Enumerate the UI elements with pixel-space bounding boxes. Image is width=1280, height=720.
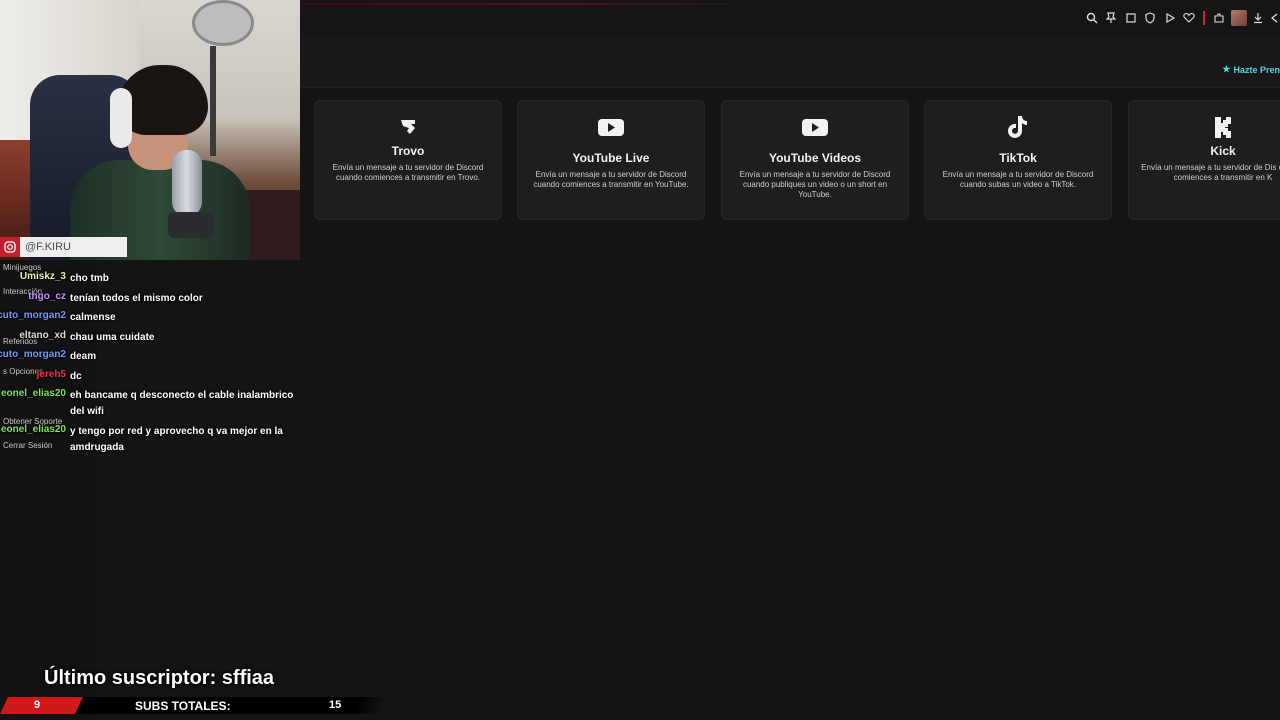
youtube-icon	[722, 115, 908, 139]
subs-counter-bar: 9 SUBS TOTALES: 15	[0, 697, 388, 714]
chat-username: cuto_morgan2	[0, 349, 66, 360]
chat-text: eh bancame q desconecto el cable inalamb…	[70, 390, 294, 417]
pin-icon[interactable]	[1102, 9, 1122, 27]
subs-right-count: 15	[329, 699, 342, 711]
heart-icon[interactable]	[1180, 9, 1200, 27]
card-title: YouTube Videos	[768, 151, 861, 165]
chat-text: y tengo por red y aprovecho q va mejor e…	[70, 426, 283, 453]
card-title: Kick	[1210, 144, 1236, 158]
chat-text: calmense	[70, 312, 116, 323]
bookmark-icon[interactable]	[1121, 9, 1141, 27]
premium-link[interactable]: ★ Hazte Pren	[1222, 64, 1280, 75]
extensions-icon[interactable]	[1209, 9, 1229, 27]
subs-bar-accent	[0, 697, 83, 714]
integration-card-trovo[interactable]: Trovo Envía un mensaje a tu servidor de …	[314, 100, 502, 220]
chat-username: Umiskz_3	[19, 271, 66, 282]
webcam-fan	[192, 0, 254, 46]
card-description: Envía un mensaje a tu servidor de Dis cu…	[1141, 163, 1280, 182]
integration-card-youtube-live[interactable]: YouTube Live Envía un mensaje a tu servi…	[517, 100, 705, 220]
premium-label: Hazte Pren	[1233, 64, 1280, 75]
profile-avatar[interactable]	[1230, 10, 1247, 26]
card-description: Envía un mensaje a tu servidor de Discor…	[942, 170, 1094, 189]
chat-username: eonel_elias20	[0, 388, 66, 399]
sidebar-item-cerrar-sesion[interactable]: Cerrar Sesión	[3, 441, 52, 450]
youtube-live-icon	[518, 115, 704, 139]
card-description: Envía un mensaje a tu servidor de Discor…	[533, 170, 689, 189]
webcam-headphone	[110, 88, 132, 148]
top-accent-line	[300, 3, 730, 5]
webcam-mic-base	[168, 212, 214, 238]
download-icon[interactable]	[1249, 9, 1269, 27]
chat-text: deam	[70, 351, 97, 362]
webcam-microphone	[172, 150, 202, 216]
shield-icon[interactable]	[1141, 9, 1161, 27]
chat-text: cho tmb	[70, 273, 109, 284]
card-title: TikTok	[999, 151, 1037, 165]
card-title: YouTube Live	[572, 151, 650, 165]
chat-username: eonel_elias20	[0, 424, 66, 435]
chat-username: eltano_xd	[19, 330, 66, 341]
play-icon[interactable]	[1160, 9, 1180, 27]
chat-username: jereh5	[36, 369, 66, 380]
toolbar-divider	[1203, 11, 1205, 25]
integration-card-tiktok[interactable]: TikTok Envía un mensaje a tu servidor de…	[924, 100, 1112, 220]
subs-left-count: 9	[34, 699, 41, 711]
webcam-fan-pole	[210, 46, 216, 156]
integration-card-kick[interactable]: Kick Envía un mensaje a tu servidor de D…	[1128, 100, 1280, 220]
chat-username: thgo_cz	[28, 291, 66, 302]
card-title: Trovo	[391, 144, 425, 158]
chat-text: tenían todos el mismo color	[70, 293, 203, 304]
kick-icon	[1129, 115, 1280, 139]
chat-username: cuto_morgan2	[0, 310, 66, 321]
chat-text: dc	[70, 371, 82, 382]
trovo-icon	[315, 115, 501, 139]
browser-toolbar	[1082, 9, 1280, 27]
star-icon: ★	[1222, 64, 1231, 74]
tiktok-icon	[925, 115, 1111, 139]
last-subscriber-banner: Último suscriptor: sffiaa	[44, 667, 275, 689]
instagram-handle: @F.KIRU	[20, 237, 127, 257]
zoom-icon[interactable]	[1082, 9, 1102, 27]
instagram-tag: @F.KIRU	[0, 237, 127, 257]
back-icon[interactable]	[1268, 9, 1280, 27]
instagram-icon	[0, 237, 20, 257]
integration-card-youtube-videos[interactable]: YouTube Videos Envía un mensaje a tu ser…	[721, 100, 909, 220]
card-description: Envía un mensaje a tu servidor de Discor…	[332, 163, 484, 182]
chat-text: chau uma cuidate	[70, 332, 155, 343]
subs-total-label: SUBS TOTALES:	[135, 699, 231, 713]
webcam-feed	[0, 0, 300, 260]
card-description: Envía un mensaje a tu servidor de Discor…	[739, 170, 891, 199]
